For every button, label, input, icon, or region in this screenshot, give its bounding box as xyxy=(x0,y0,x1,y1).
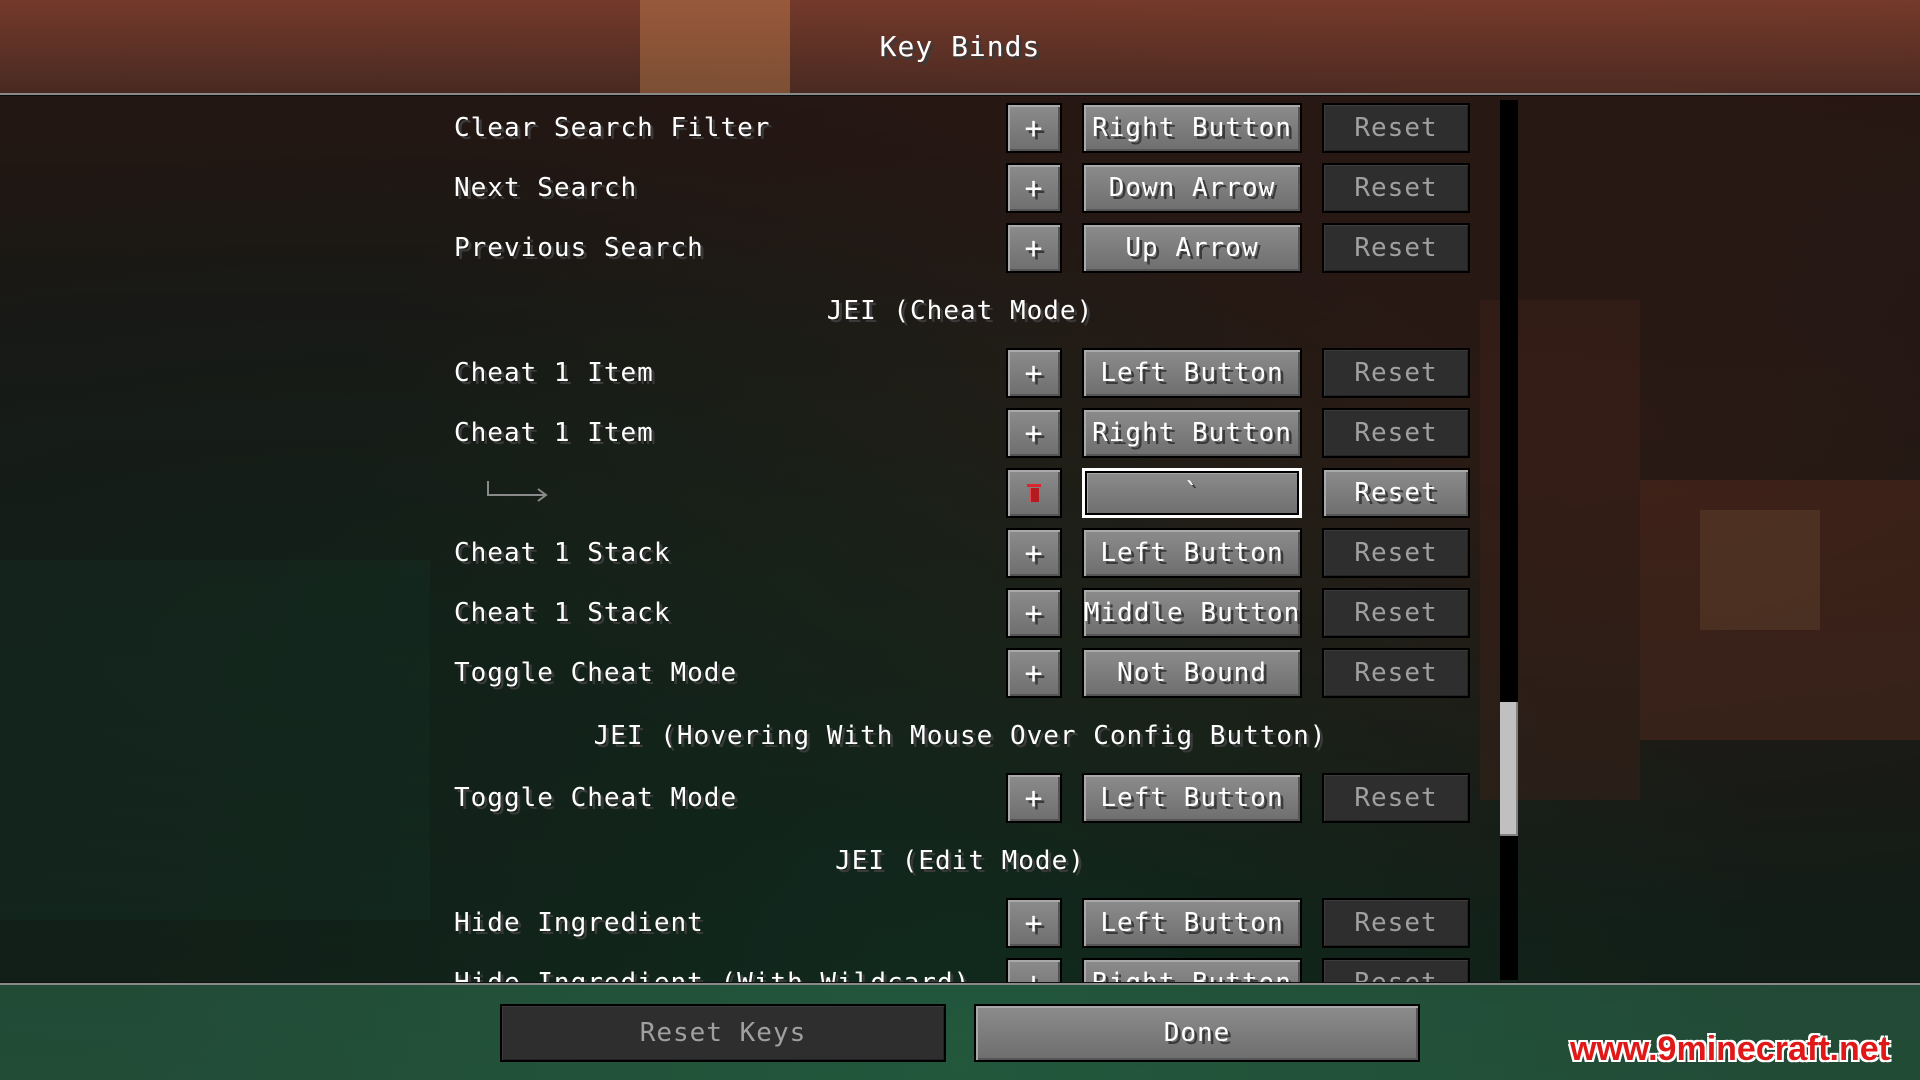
keybind-label: Hide Ingredient (With Wildcard) xyxy=(454,968,971,983)
keybind-label: Cheat 1 Item xyxy=(454,418,654,448)
reset-binding-button[interactable]: Reset xyxy=(1322,958,1470,983)
key-binding-button[interactable]: Left Button xyxy=(1082,348,1302,398)
scrollbar-track[interactable] xyxy=(1500,100,1518,980)
key-binding-button[interactable]: Right Button xyxy=(1082,103,1302,153)
key-binds-screen: Key Binds Clear Search Filter + Right Butt… xyxy=(0,0,1920,1080)
keybind-label: Previous Search xyxy=(454,233,704,263)
add-binding-button[interactable]: + xyxy=(1006,348,1062,398)
reset-binding-button[interactable]: Reset xyxy=(1322,648,1470,698)
reset-binding-button[interactable]: Reset xyxy=(1322,163,1470,213)
keybind-label: Toggle Cheat Mode xyxy=(454,783,738,813)
key-binding-button[interactable]: Left Button xyxy=(1082,528,1302,578)
keybind-label: Clear Search Filter xyxy=(454,113,771,143)
add-binding-button[interactable]: + xyxy=(1006,898,1062,948)
sub-binding-arrow-icon xyxy=(487,481,548,502)
page-title: Key Binds xyxy=(879,30,1041,63)
key-binding-button[interactable]: Left Button xyxy=(1082,773,1302,823)
keybind-row: Hide Ingredient (With Wildcard) + Right Bu… xyxy=(0,955,1920,983)
category-header: JEI (Hovering With Mouse Over Config But… xyxy=(593,721,1327,751)
keybind-row: Cheat 1 Stack + Middle Button Reset xyxy=(0,585,1920,641)
keybind-label: Toggle Cheat Mode xyxy=(454,658,738,688)
reset-binding-button[interactable]: Reset xyxy=(1322,468,1470,518)
header: Key Binds xyxy=(0,0,1920,93)
keybind-row: Clear Search Filter + Right Button Reset xyxy=(0,100,1920,156)
key-binding-button-editing[interactable]: ` xyxy=(1082,468,1302,518)
keybind-row: Cheat 1 Item + Left Button Reset xyxy=(0,345,1920,401)
key-binding-button[interactable]: Middle Button xyxy=(1082,588,1302,638)
key-binding-button[interactable]: Right Button xyxy=(1082,958,1302,983)
reset-binding-button[interactable]: Reset xyxy=(1322,528,1470,578)
key-binding-button[interactable]: Not Bound xyxy=(1082,648,1302,698)
keybind-row: ` Reset xyxy=(0,465,1920,521)
keybind-row: Previous Search + Up Arrow Reset xyxy=(0,220,1920,276)
keybind-row: Next Search + Down Arrow Reset xyxy=(0,160,1920,216)
keybind-row: Hide Ingredient + Left Button Reset xyxy=(0,895,1920,951)
add-binding-button[interactable]: + xyxy=(1006,528,1062,578)
add-binding-button[interactable]: + xyxy=(1006,408,1062,458)
keybind-label: Hide Ingredient xyxy=(454,908,704,938)
add-binding-button[interactable]: + xyxy=(1006,223,1062,273)
add-binding-button[interactable]: + xyxy=(1006,103,1062,153)
keybind-label: Next Search xyxy=(454,173,638,203)
done-button[interactable]: Done xyxy=(974,1004,1420,1062)
scrollbar-thumb[interactable] xyxy=(1500,702,1518,836)
keybind-row: Toggle Cheat Mode + Not Bound Reset xyxy=(0,645,1920,701)
keybind-row: Cheat 1 Item + Right Button Reset xyxy=(0,405,1920,461)
remove-binding-button[interactable] xyxy=(1006,468,1062,518)
reset-binding-button[interactable]: Reset xyxy=(1322,588,1470,638)
add-binding-button[interactable]: + xyxy=(1006,163,1062,213)
reset-keys-button[interactable]: Reset Keys xyxy=(500,1004,946,1062)
keybind-label: Cheat 1 Stack xyxy=(454,538,671,568)
footer-divider xyxy=(0,983,1920,985)
add-binding-button[interactable]: + xyxy=(1006,648,1062,698)
keybind-row: Toggle Cheat Mode + Left Button Reset xyxy=(0,770,1920,826)
key-binding-button[interactable]: Down Arrow xyxy=(1082,163,1302,213)
add-binding-button[interactable]: + xyxy=(1006,773,1062,823)
reset-binding-button[interactable]: Reset xyxy=(1322,103,1470,153)
add-binding-button[interactable]: + xyxy=(1006,958,1062,983)
reset-binding-button[interactable]: Reset xyxy=(1322,408,1470,458)
add-binding-button[interactable]: + xyxy=(1006,588,1062,638)
keybind-list[interactable]: Clear Search Filter + Right Button Reset Nex… xyxy=(0,95,1920,983)
reset-binding-button[interactable]: Reset xyxy=(1322,898,1470,948)
category-header: JEI (Cheat Mode) xyxy=(826,296,1094,326)
reset-binding-button[interactable]: Reset xyxy=(1322,773,1470,823)
keybind-label: Cheat 1 Item xyxy=(454,358,654,388)
key-binding-button[interactable]: Left Button xyxy=(1082,898,1302,948)
reset-binding-button[interactable]: Reset xyxy=(1322,223,1470,273)
watermark-logo: www.9minecraft.net xyxy=(1570,1029,1890,1068)
keybind-row: Cheat 1 Stack + Left Button Reset xyxy=(0,525,1920,581)
trash-icon xyxy=(1027,484,1041,502)
reset-binding-button[interactable]: Reset xyxy=(1322,348,1470,398)
category-header: JEI (Edit Mode) xyxy=(835,846,1085,876)
key-binding-button[interactable]: Right Button xyxy=(1082,408,1302,458)
key-binding-button[interactable]: Up Arrow xyxy=(1082,223,1302,273)
keybind-label: Cheat 1 Stack xyxy=(454,598,671,628)
